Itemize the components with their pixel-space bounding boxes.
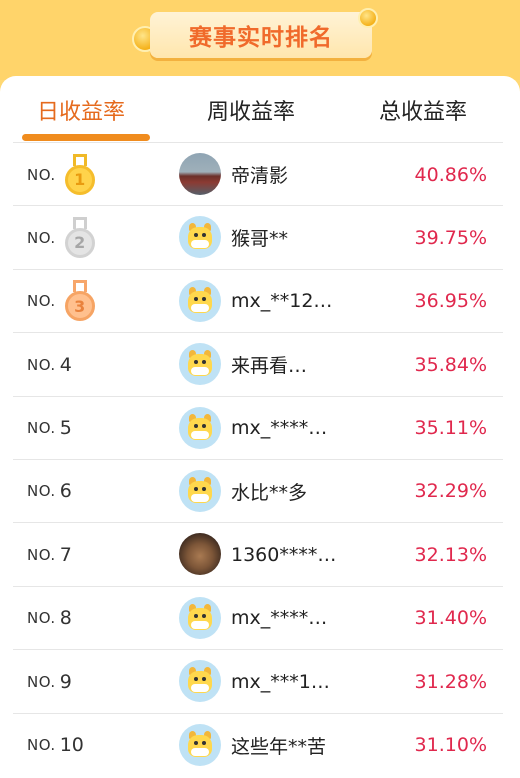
user-name: 1360****… (231, 543, 337, 566)
medal-rank-number: 2 (64, 227, 95, 258)
user-name: 水比**多 (231, 481, 308, 504)
return-rate: 36.95% (414, 290, 487, 313)
ranking-row[interactable]: NO. 7 1360****… 32.13% (13, 522, 503, 585)
medal-rank-number: 3 (64, 291, 95, 322)
avatar[interactable] (179, 660, 221, 703)
header-banner: 赛事实时排名 (0, 0, 520, 80)
tab-bar: 日收益率 周收益率 总收益率 (0, 76, 520, 142)
rank-label: NO. 2 (27, 206, 96, 269)
avatar[interactable] (179, 723, 221, 766)
return-rate: 31.40% (414, 607, 487, 630)
rank-prefix: NO. (27, 419, 56, 438)
rank-number: 4 (59, 353, 72, 376)
return-rate: 40.86% (414, 163, 487, 186)
rank-number: 9 (59, 670, 72, 693)
tab-weekly-return[interactable]: 周收益率 (207, 94, 295, 126)
rank-number: 8 (59, 607, 72, 630)
coin-icon (358, 8, 378, 28)
ranking-row[interactable]: NO. 3 mx_**12… 36.95% (13, 268, 503, 333)
rank-prefix: NO. (27, 672, 56, 691)
silver-medal-icon: 2 (64, 216, 96, 259)
user-name: mx_****… (231, 417, 328, 440)
user-name: 这些年**苦 (231, 735, 327, 758)
rank-label: NO. 4 (27, 333, 72, 396)
bronze-medal-icon: 3 (64, 280, 96, 322)
ranking-row[interactable]: NO. 10 这些年**苦 31.10% (13, 712, 503, 777)
avatar[interactable] (179, 216, 221, 259)
user-name: mx_**12… (231, 290, 333, 313)
rank-label: NO. 3 (27, 270, 96, 333)
avatar[interactable] (179, 469, 221, 512)
rank-prefix: NO. (27, 736, 56, 755)
avatar[interactable] (179, 343, 221, 386)
rank-label: NO. 9 (27, 650, 72, 713)
avatar[interactable] (179, 533, 221, 576)
tab-total-return[interactable]: 总收益率 (379, 94, 467, 126)
rank-prefix: NO. (27, 228, 56, 247)
ranking-row[interactable]: NO. 8 mx_****… 31.40% (13, 585, 503, 650)
ranking-row[interactable]: NO. 1 帝清影 40.86% (13, 142, 503, 205)
rank-label: NO. 10 (27, 714, 84, 777)
return-rate: 31.10% (414, 734, 487, 757)
ranking-row[interactable]: NO. 4 来再看… 35.84% (13, 332, 503, 395)
medal-rank-number: 1 (64, 164, 95, 195)
rank-label: NO. 1 (27, 143, 96, 206)
ranking-row[interactable]: NO. 5 mx_****… 35.11% (13, 395, 503, 460)
avatar[interactable] (179, 153, 221, 195)
user-name: 帝清影 (231, 165, 289, 187)
ranking-row[interactable]: NO. 6 水比**多 32.29% (13, 458, 503, 523)
ranking-row[interactable]: NO. 9 mx_***1… 31.28% (13, 649, 503, 712)
avatar[interactable] (179, 406, 221, 449)
active-tab-indicator (22, 134, 150, 141)
rank-prefix: NO. (27, 165, 56, 184)
rank-label: NO. 5 (27, 397, 72, 460)
rank-number: 6 (59, 480, 72, 503)
rank-label: NO. 7 (27, 523, 72, 586)
return-rate: 39.75% (414, 226, 487, 249)
gold-medal-icon: 1 (64, 153, 96, 196)
rank-prefix: NO. (27, 609, 56, 628)
return-rate: 32.13% (414, 543, 487, 566)
rank-prefix: NO. (27, 482, 56, 501)
rank-prefix: NO. (27, 355, 56, 374)
rank-label: NO. 6 (27, 460, 72, 523)
ranking-card: 日收益率 周收益率 总收益率 NO. 1 帝清影 40.86% NO. 2 猴哥** 39.7… (0, 76, 520, 778)
avatar[interactable] (179, 279, 221, 322)
tab-daily-return[interactable]: 日收益率 (37, 94, 125, 126)
rank-number: 7 (59, 543, 72, 566)
return-rate: 32.29% (414, 480, 487, 503)
user-name: 来再看… (231, 355, 308, 378)
rank-prefix: NO. (27, 292, 56, 311)
rank-number: 10 (59, 734, 84, 757)
rank-label: NO. 8 (27, 587, 72, 650)
rank-prefix: NO. (27, 545, 56, 564)
ranking-list: NO. 1 帝清影 40.86% NO. 2 猴哥** 39.75% NO. 3 mx_**12… 3… (13, 142, 503, 776)
user-name: mx_***1… (231, 670, 330, 693)
return-rate: 35.11% (414, 417, 487, 440)
return-rate: 31.28% (414, 670, 487, 693)
page-title: 赛事实时排名 (150, 12, 372, 58)
rank-number: 5 (59, 417, 72, 440)
avatar[interactable] (179, 596, 221, 639)
user-name: mx_****… (231, 607, 328, 630)
ranking-row[interactable]: NO. 2 猴哥** 39.75% (13, 205, 503, 268)
user-name: 猴哥** (231, 228, 289, 251)
return-rate: 35.84% (414, 353, 487, 376)
